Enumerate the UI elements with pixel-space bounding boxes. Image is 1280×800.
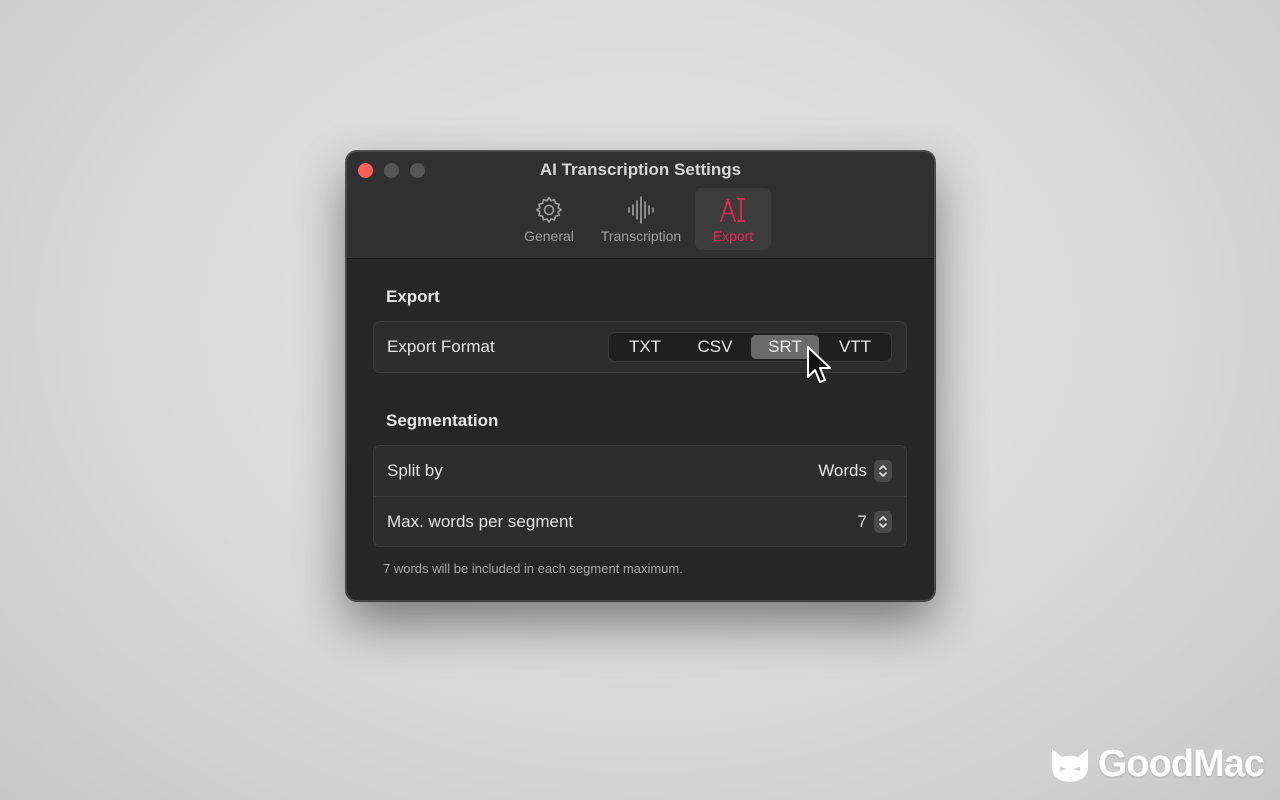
tab-label: General: [524, 228, 574, 244]
tab-general[interactable]: General: [511, 188, 587, 250]
chevron-up-down-icon: [874, 460, 892, 482]
segmentation-section-title: Segmentation: [386, 411, 499, 430]
cat-logo-icon: [1051, 748, 1088, 782]
window-title: AI Transcription Settings: [539, 160, 742, 179]
max-words-row: Max. words per segment 7: [374, 496, 906, 546]
ai-text-cursor-icon: [720, 198, 745, 222]
waveform-icon: [628, 196, 654, 224]
tab-label: Transcription: [600, 228, 682, 244]
gear-icon: [535, 196, 563, 223]
tab-export[interactable]: Export: [695, 188, 771, 250]
format-option-vtt[interactable]: VTT: [821, 335, 889, 359]
tab-label: Export: [712, 228, 754, 244]
split-by-row: Split by Words: [374, 446, 906, 496]
watermark-text: GoodMac: [1097, 743, 1265, 785]
export-group: Export Format TXT CSV SRT VTT: [373, 321, 907, 373]
settings-content: Export Export Format TXT CSV SRT VTT Seg…: [347, 259, 934, 576]
format-option-srt[interactable]: SRT: [751, 335, 819, 359]
max-words-label: Max. words per segment: [387, 511, 574, 531]
titlebar: AI Transcription Settings General Transc…: [347, 152, 934, 259]
stepper-arrows-icon[interactable]: [874, 510, 892, 533]
max-words-stepper[interactable]: 7: [857, 510, 892, 533]
split-by-label: Split by: [387, 461, 443, 480]
tab-transcription[interactable]: Transcription: [593, 188, 689, 250]
format-option-txt[interactable]: TXT: [611, 335, 679, 359]
export-format-row: Export Format TXT CSV SRT VTT: [374, 322, 906, 372]
export-format-segmented-control: TXT CSV SRT VTT: [608, 332, 892, 362]
segmentation-footnote: 7 words will be included in each segment…: [383, 561, 683, 576]
export-format-label: Export Format: [387, 337, 495, 356]
format-option-csv[interactable]: CSV: [681, 335, 749, 359]
settings-window: AI Transcription Settings General Transc…: [346, 151, 935, 601]
export-section-title: Export: [386, 287, 440, 306]
segmentation-group: Split by Words Max. words per segment 7: [373, 445, 907, 547]
split-by-value: Words: [818, 461, 867, 480]
split-by-popup[interactable]: Words: [818, 460, 892, 482]
watermark: GoodMac: [1048, 743, 1265, 786]
toolbar-tabs: General Transcription Export: [347, 188, 934, 250]
max-words-value: 7: [857, 511, 867, 531]
